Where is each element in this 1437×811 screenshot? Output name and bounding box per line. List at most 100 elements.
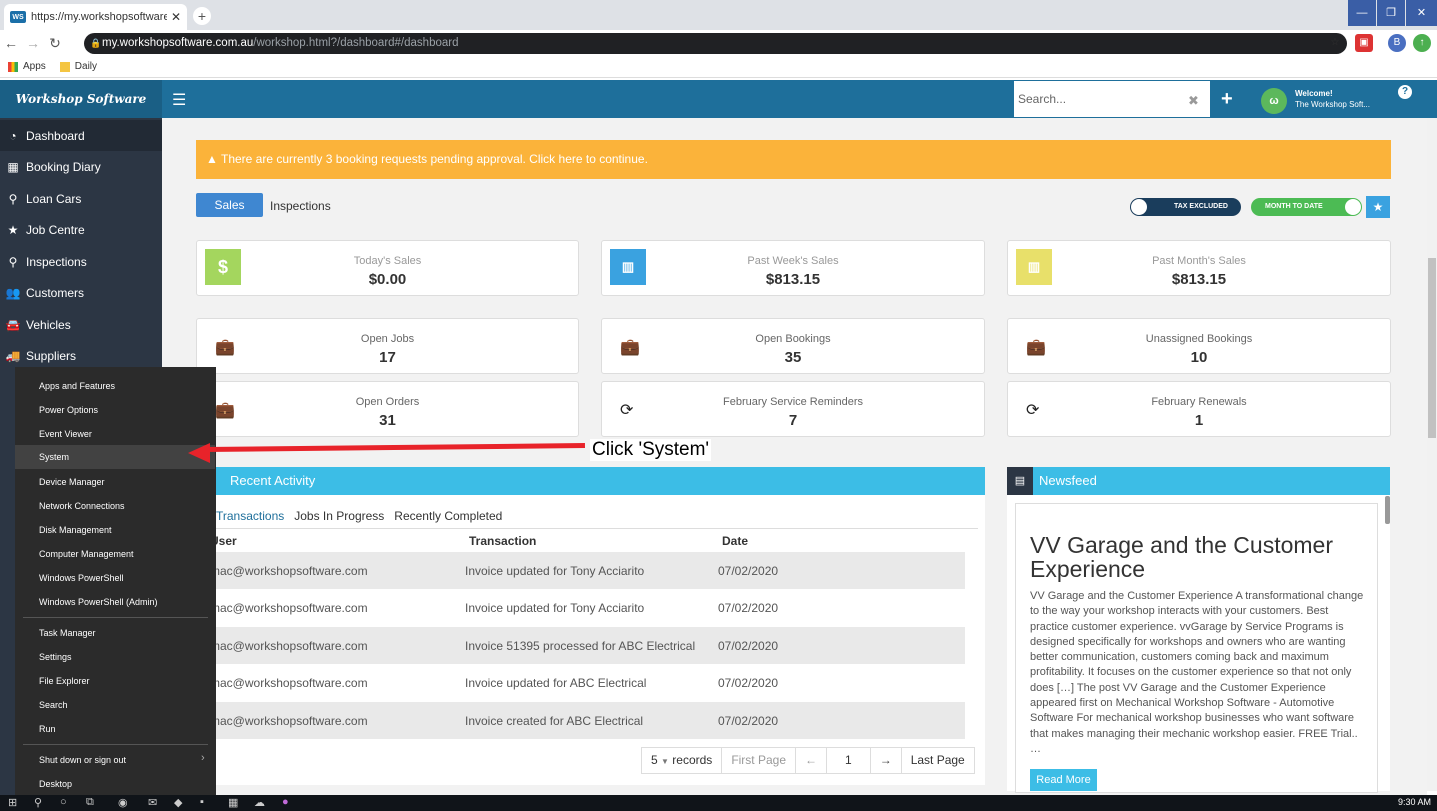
back-icon[interactable]: ← (0, 35, 22, 51)
records-per-page-select[interactable]: 5 ▼ records (642, 748, 723, 773)
scroll-thumb[interactable] (1428, 258, 1436, 438)
minimize-button[interactable]: — (1348, 0, 1376, 26)
help-icon[interactable]: ? (1398, 85, 1412, 99)
news-article-title[interactable]: VV Garage and the Customer Experience (1030, 533, 1370, 581)
search-input[interactable]: Search... (1014, 81, 1210, 117)
sidebar-item-inspections[interactable]: ⚲ Inspections (0, 246, 162, 277)
stat-value: 31 (379, 412, 396, 429)
stat-card-service-reminders[interactable]: ⟳ February Service Reminders 7 (601, 381, 985, 437)
table-row[interactable]: mac@workshopsoftware.com Invoice updated … (200, 552, 965, 589)
menu-item-settings[interactable]: Settings (39, 652, 72, 662)
profile-avatar[interactable]: B (1388, 34, 1406, 52)
cell-user: mac@workshopsoftware.com (210, 676, 368, 690)
prev-page-button[interactable]: ← (796, 748, 827, 773)
page-number-input[interactable]: 1 (827, 748, 871, 773)
menu-item-device-manager[interactable]: Device Manager (39, 477, 105, 487)
menu-item-powershell[interactable]: Windows PowerShell (39, 573, 124, 583)
sidebar-item-dashboard[interactable]: ◔ Dashboard (0, 120, 162, 151)
first-page-button[interactable]: First Page (722, 748, 796, 773)
calculator-icon[interactable]: ▦ (228, 796, 238, 809)
menu-item-shutdown[interactable]: Shut down or sign out (39, 755, 126, 765)
mail-icon[interactable]: ✉ (148, 796, 157, 809)
browser-tab[interactable]: WS https://my.workshopsoftware.co ✕ (4, 4, 187, 30)
menu-item-computer-management[interactable]: Computer Management (39, 549, 134, 559)
column-header-date[interactable]: Date (722, 534, 748, 548)
task-view-icon[interactable]: ⧉ (86, 796, 94, 809)
next-page-button[interactable]: → (871, 748, 902, 773)
close-window-button[interactable]: ✕ (1406, 0, 1437, 26)
tab-sales[interactable]: Sales (196, 193, 263, 217)
recent-activity-tabs: Transactions Jobs In Progress Recently Com… (216, 509, 512, 523)
last-page-button[interactable]: Last Page (902, 748, 974, 773)
app-icon[interactable]: ◆ (174, 796, 182, 809)
bookmark-star-icon[interactable]: ☆ (1326, 34, 1344, 52)
welcome-text[interactable]: Welcome! The Workshop Soft... (1295, 88, 1370, 110)
address-bar[interactable]: 🔒 my.workshopsoftware.com.au/workshop.htm… (84, 33, 1347, 54)
read-more-button[interactable]: Read More (1030, 769, 1097, 791)
favourite-button[interactable]: ★ (1366, 196, 1390, 218)
taskbar-clock[interactable]: 9:30 AM (1398, 797, 1431, 807)
cortana-icon[interactable]: ○ (60, 796, 67, 808)
lock-icon: 🔒 (90, 38, 102, 48)
menu-item-disk-management[interactable]: Disk Management (39, 525, 112, 535)
forward-icon[interactable]: → (22, 35, 44, 51)
tab-transactions[interactable]: Transactions (216, 509, 284, 523)
stat-card-today-sales[interactable]: $ Today's Sales $0.00 (196, 240, 579, 296)
add-icon[interactable]: + (1221, 88, 1233, 111)
menu-item-network-connections[interactable]: Network Connections (39, 501, 125, 511)
menu-item-power-options[interactable]: Power Options (39, 405, 98, 415)
menu-toggle-icon[interactable]: ☰ (172, 90, 186, 110)
tab-jobs-in-progress[interactable]: Jobs In Progress (294, 509, 384, 523)
update-icon[interactable]: ↑ (1413, 34, 1431, 52)
search-icon[interactable]: ⚲ (34, 796, 42, 809)
table-row[interactable]: mac@workshopsoftware.com Invoice 51395 pr… (200, 627, 965, 664)
bookmark-daily[interactable]: Daily (59, 61, 97, 72)
stat-card-open-bookings[interactable]: 💼 Open Bookings 35 (601, 318, 985, 374)
app-icon[interactable]: ☁ (254, 796, 265, 809)
menu-item-run[interactable]: Run (39, 724, 56, 734)
stat-card-renewals[interactable]: ⟳ February Renewals 1 (1007, 381, 1391, 437)
table-row[interactable]: mac@workshopsoftware.com Invoice updated … (200, 664, 965, 701)
menu-item-system[interactable]: System (15, 445, 215, 469)
stat-card-open-jobs[interactable]: 💼 Open Jobs 17 (196, 318, 579, 374)
stat-card-open-orders[interactable]: 💼 Open Orders 31 (196, 381, 579, 437)
sidebar-item-booking-diary[interactable]: ▦ Booking Diary (0, 151, 162, 182)
table-row[interactable]: mac@workshopsoftware.com Invoice updated … (200, 589, 965, 626)
period-toggle[interactable]: MONTH TO DATE (1251, 198, 1362, 216)
extension-icon[interactable]: ▣ (1355, 34, 1373, 52)
table-row[interactable]: mac@workshopsoftware.com Invoice created … (200, 702, 965, 739)
sidebar-item-job-centre[interactable]: ★ Job Centre (0, 214, 162, 245)
sidebar-item-loan-cars[interactable]: ⚲ Loan Cars (0, 183, 162, 214)
stat-card-unassigned-bookings[interactable]: 💼 Unassigned Bookings 10 (1007, 318, 1391, 374)
start-icon[interactable]: ⊞ (8, 796, 17, 809)
brand-logo[interactable]: Workshop Software (0, 80, 162, 118)
user-avatar[interactable]: ω (1261, 88, 1287, 114)
app-icon[interactable]: ● (282, 796, 289, 808)
stat-card-month-sales[interactable]: ▥ Past Month's Sales $813.15 (1007, 240, 1391, 296)
new-tab-button[interactable]: + (193, 7, 211, 25)
pending-bookings-alert[interactable]: ▲ There are currently 3 booking requests… (196, 140, 1391, 179)
clear-search-icon[interactable]: ✖ (1188, 93, 1199, 109)
chrome-icon[interactable]: ◉ (118, 796, 128, 809)
menu-item-file-explorer[interactable]: File Explorer (39, 676, 90, 686)
tax-toggle[interactable]: TAX EXCLUDED (1130, 198, 1241, 216)
bookmark-apps[interactable]: Apps (8, 61, 46, 72)
sidebar-item-vehicles[interactable]: 🚘 Vehicles (0, 309, 162, 340)
page-scrollbar[interactable] (1427, 118, 1437, 791)
menu-item-desktop[interactable]: Desktop (39, 779, 72, 789)
menu-item-task-manager[interactable]: Task Manager (39, 628, 96, 638)
app-icon[interactable]: ▪ (200, 796, 204, 808)
sidebar-item-customers[interactable]: 👥 Customers (0, 277, 162, 308)
newsfeed-scrollbar[interactable] (1385, 496, 1390, 524)
column-header-transaction[interactable]: Transaction (469, 534, 536, 548)
menu-item-search[interactable]: Search (39, 700, 68, 710)
menu-item-apps-features[interactable]: Apps and Features (39, 381, 115, 391)
restore-button[interactable]: ❐ (1377, 0, 1405, 26)
stat-card-week-sales[interactable]: ▥ Past Week's Sales $813.15 (601, 240, 985, 296)
menu-item-powershell-admin[interactable]: Windows PowerShell (Admin) (39, 597, 158, 607)
tab-inspections[interactable]: Inspections (270, 199, 331, 213)
close-tab-icon[interactable]: ✕ (171, 10, 181, 24)
menu-item-event-viewer[interactable]: Event Viewer (39, 429, 92, 439)
reload-icon[interactable]: ↻ (44, 35, 66, 52)
tab-recently-completed[interactable]: Recently Completed (394, 509, 502, 523)
